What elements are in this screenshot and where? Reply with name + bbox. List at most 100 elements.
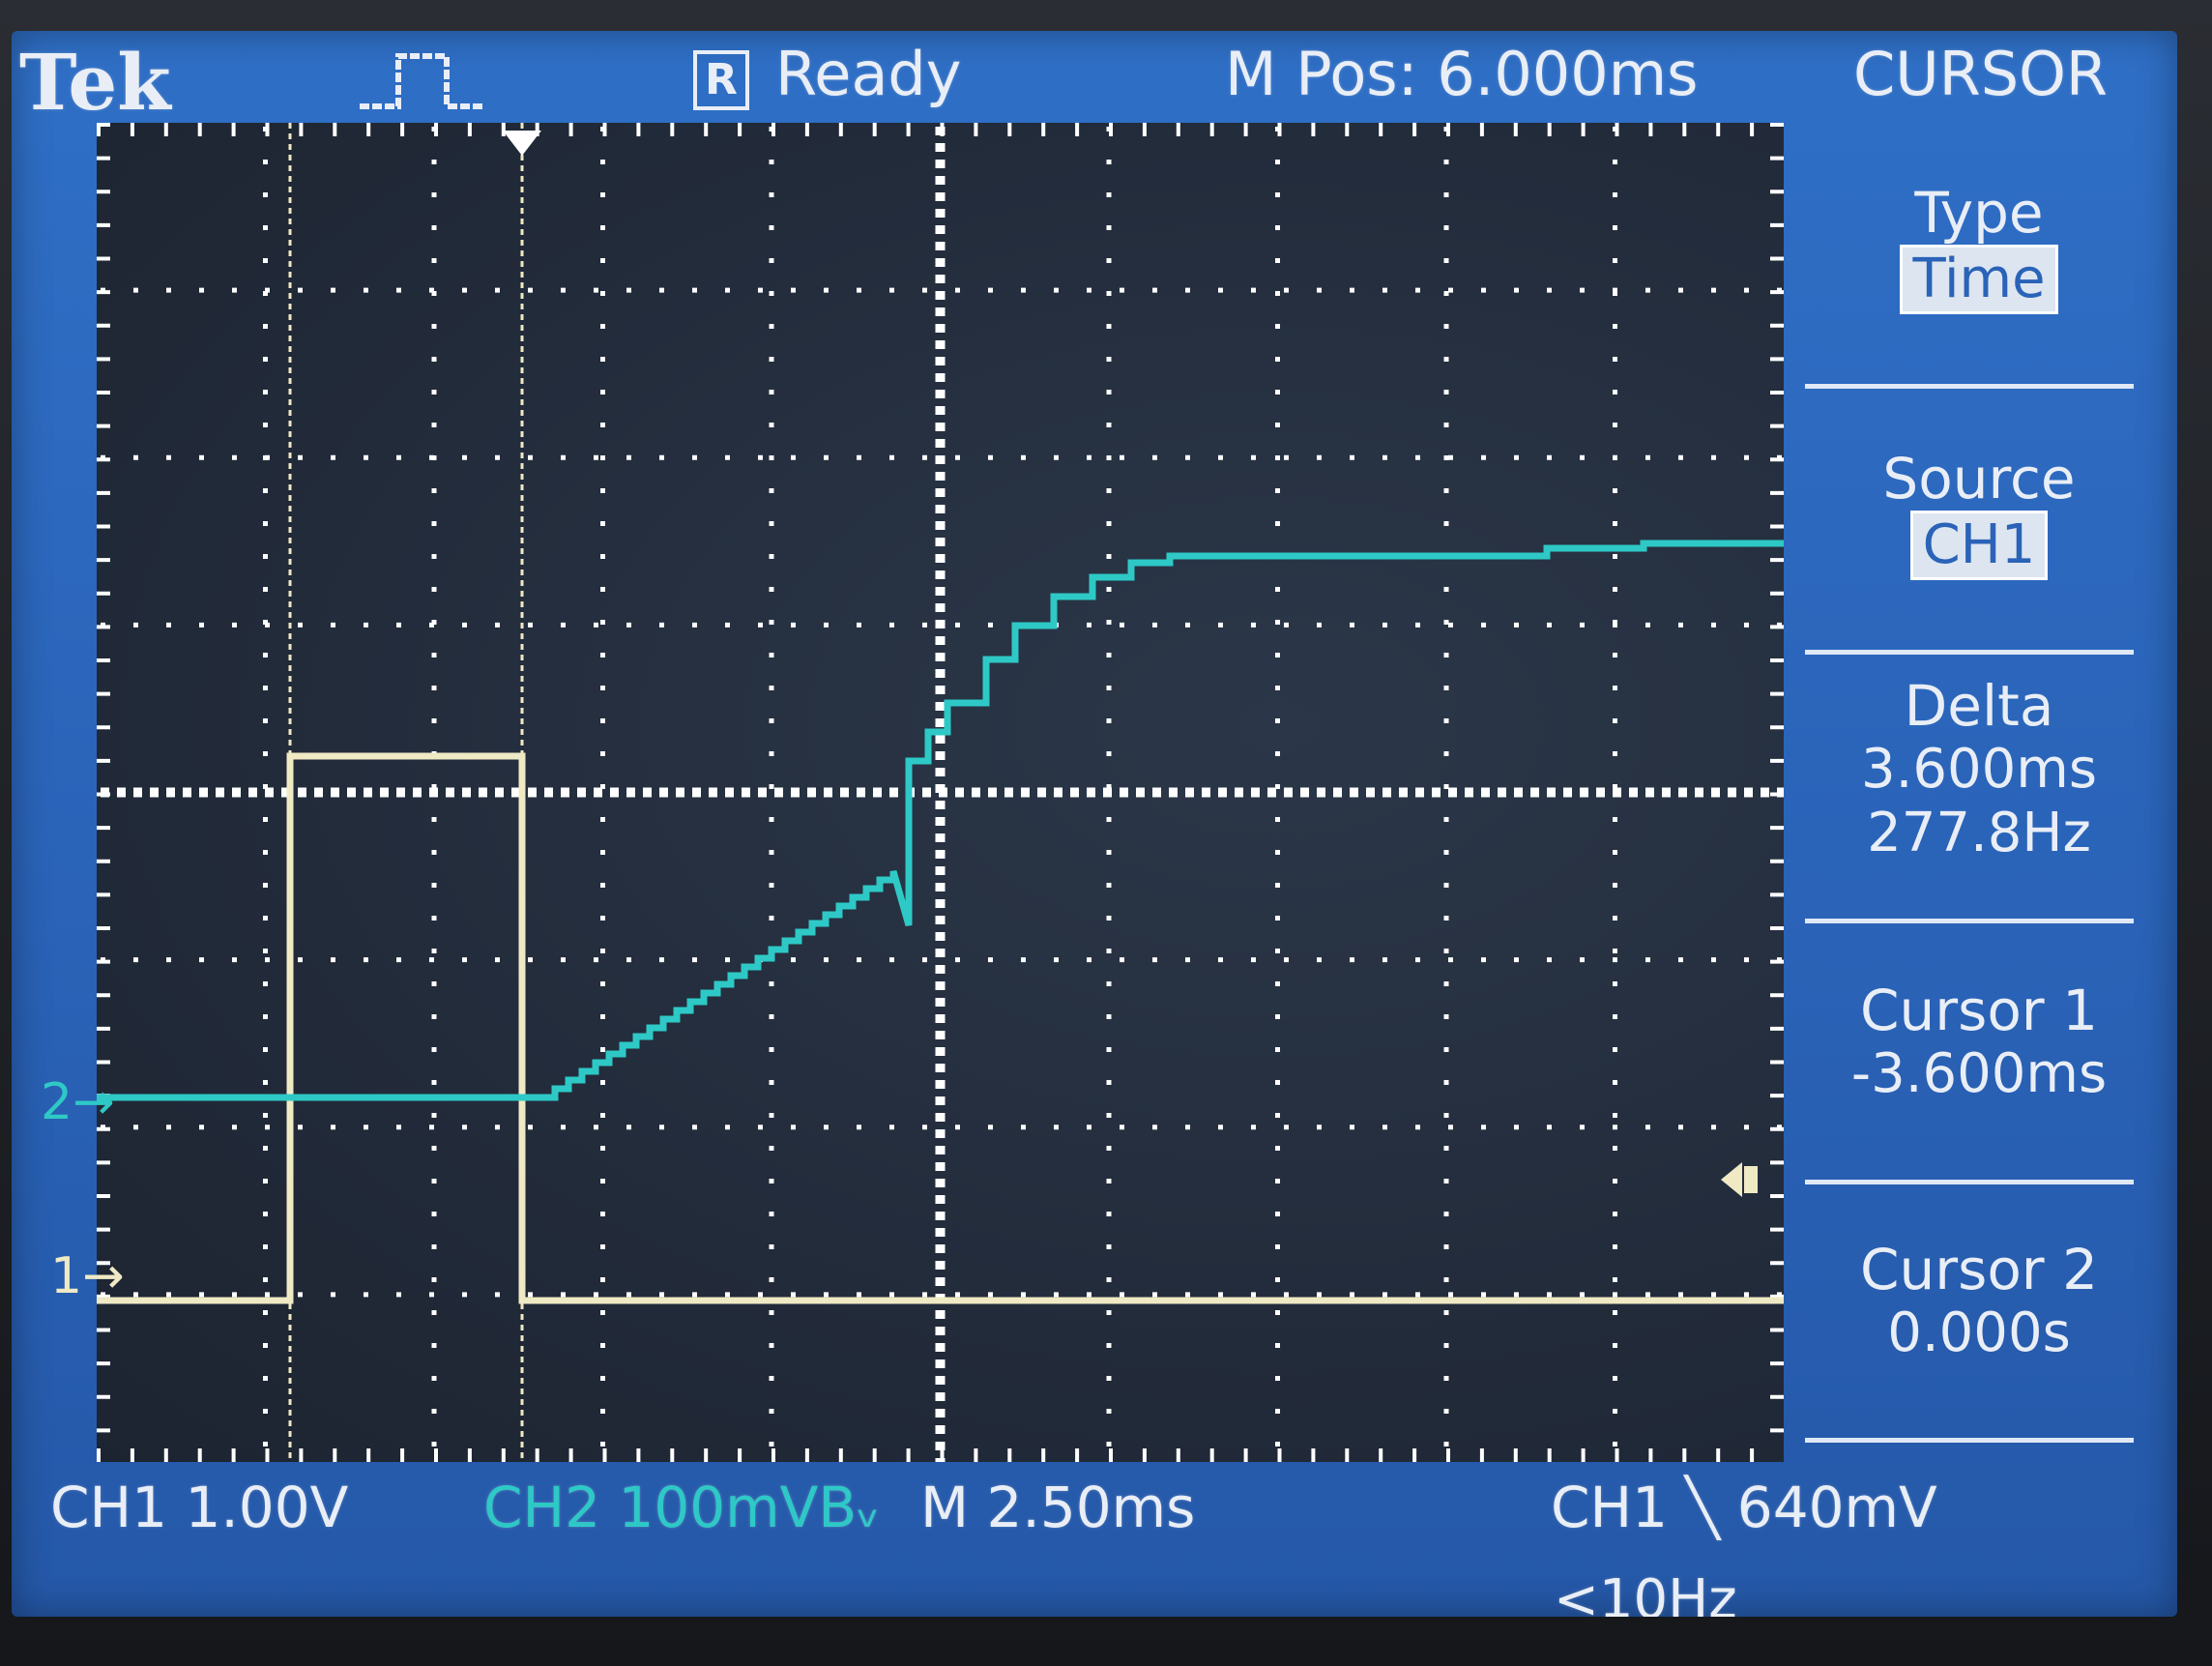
graticule-dot: [1054, 1292, 1059, 1298]
graticule-dot: [1350, 787, 1358, 798]
graticule-dot: [600, 587, 605, 592]
graticule-dot: [263, 1277, 268, 1282]
graticule-dot: [1770, 1160, 1784, 1165]
graticule-dot: [1142, 123, 1147, 136]
graticule-dot: [791, 1292, 796, 1298]
graticule-dot: [1275, 1409, 1280, 1414]
graticule-dot: [1678, 787, 1687, 798]
graticule-dot: [561, 957, 566, 963]
graticule-dot: [804, 1448, 809, 1462]
graticule-dot: [1770, 1060, 1784, 1065]
graticule-dot: [922, 787, 931, 798]
graticule-dot: [1711, 1125, 1716, 1130]
graticule-dot: [922, 1292, 927, 1298]
graticule-dot: [1716, 1448, 1721, 1462]
graticule-dot: [1613, 160, 1617, 164]
graticule-dot: [97, 357, 110, 362]
graticule-dot: [1275, 1146, 1280, 1151]
graticule-dot: [133, 454, 138, 460]
graticule-dot: [692, 287, 697, 293]
graticule-dot: [1106, 357, 1112, 362]
graticule-dot: [1004, 787, 1013, 798]
graticule-dot: [659, 287, 664, 293]
graticule-dot: [1443, 1442, 1449, 1447]
graticule-dot: [692, 957, 697, 963]
cursor1-menu-button[interactable]: Cursor 1 -3.600ms: [1819, 979, 2139, 1106]
graticule-dot: [97, 290, 110, 295]
graticule-dot: [692, 454, 697, 460]
graticule-dot: [1613, 1343, 1617, 1348]
graticule-dot: [1581, 1448, 1586, 1462]
graticule-dot: [1333, 787, 1342, 798]
graticule-dot: [495, 287, 500, 293]
graticule-dot: [600, 258, 605, 263]
graticule-dot: [610, 787, 619, 798]
graticule-dot: [263, 1244, 268, 1249]
graticule-dot: [1481, 1292, 1486, 1298]
graticule-dot: [400, 1448, 405, 1462]
graticule-dot: [1106, 1146, 1112, 1151]
graticule-dot: [889, 1125, 894, 1130]
graticule-dot: [429, 787, 438, 798]
graticule-dot: [1563, 787, 1572, 798]
type-menu-button[interactable]: Type Time: [1819, 181, 2139, 314]
graticule-dot: [974, 1448, 978, 1462]
graticule-dot: [298, 287, 303, 293]
graticule-dot: [1382, 1125, 1387, 1130]
graticule-dot: [1443, 718, 1449, 723]
graticule-dot: [1443, 1047, 1449, 1052]
graticule-dot: [1103, 787, 1112, 798]
ch2-ground-marker: 2→: [41, 1073, 115, 1131]
graticule-dot: [935, 455, 946, 464]
graticule-dot: [1514, 454, 1519, 460]
graticule-dot: [1581, 123, 1586, 136]
graticule-dot: [1547, 1448, 1552, 1462]
graticule-dot: [396, 787, 405, 798]
source-menu-button[interactable]: Source CH1: [1819, 447, 2139, 580]
graticule-dot: [600, 1212, 605, 1216]
graticule-dot: [600, 521, 605, 526]
graticule-dot: [769, 390, 774, 395]
graticule-dot: [935, 751, 946, 760]
graticule-dot: [771, 123, 775, 136]
graticule-dot: [97, 1060, 110, 1065]
graticule-dot: [988, 287, 993, 293]
graticule-dot: [1275, 291, 1280, 296]
graticule-dot: [1275, 488, 1280, 493]
graticule-dot: [199, 1292, 204, 1298]
graticule-dot: [366, 1448, 371, 1462]
graticule-dot: [1613, 1179, 1617, 1184]
graticule-dot: [1275, 1080, 1280, 1085]
graticule-dot: [769, 1113, 774, 1118]
graticule-dot: [1443, 1376, 1449, 1381]
graticule-dot: [1443, 1310, 1449, 1315]
graticule-dot: [935, 1310, 946, 1319]
graticule-dot: [659, 787, 668, 798]
graticule-dot: [1770, 826, 1784, 831]
graticule-dot: [769, 258, 774, 263]
graticule-dot: [955, 787, 964, 798]
graticule-dot: [1613, 225, 1617, 230]
graticule-dot: [1075, 123, 1080, 136]
graticule-dot: [1645, 287, 1650, 293]
menu-divider: [1805, 919, 2134, 923]
graticule-dot: [1711, 454, 1716, 460]
graticule-dot: [199, 1125, 204, 1130]
graticule-dot: [1106, 1179, 1112, 1184]
cursor2-menu-button[interactable]: Cursor 2 0.000s: [1819, 1238, 2139, 1365]
graticule-dot: [1770, 123, 1784, 127]
graticule-dot: [935, 1409, 946, 1418]
graticule-dot: [97, 558, 110, 563]
graticule-dot: [889, 957, 894, 963]
graticule-dot: [600, 390, 605, 395]
graticule-dot: [97, 391, 110, 395]
graticule-dot: [331, 454, 335, 460]
graticule-dot: [1070, 787, 1079, 798]
graticule-dot: [1711, 622, 1716, 628]
graticule-dot: [1443, 1113, 1449, 1118]
graticule-dot: [1275, 981, 1280, 986]
graticule-dot: [97, 424, 110, 428]
graticule-dot: [935, 1212, 946, 1220]
graticule-dot: [1613, 423, 1617, 427]
graticule-dot: [347, 787, 356, 798]
